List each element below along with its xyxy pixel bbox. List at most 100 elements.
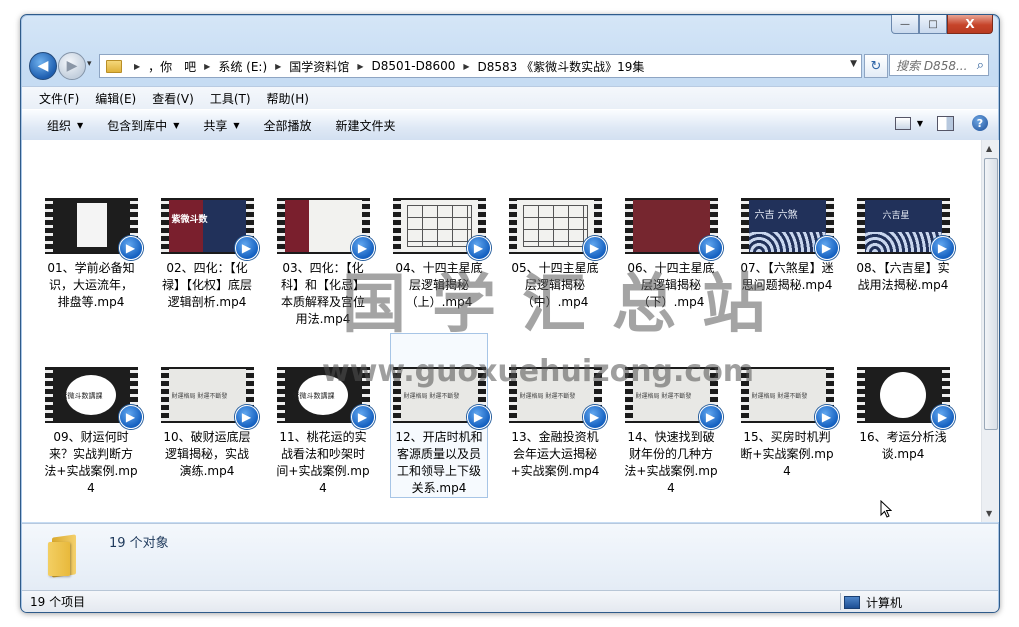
play-badge-icon: ▶ — [814, 236, 839, 260]
preview-pane-icon[interactable] — [937, 115, 954, 131]
file-item[interactable]: 紫微斗数 ▶ 02、四化：【化禄】【化权】底层逻辑剖析.mp4 — [158, 198, 259, 311]
include-library-button[interactable]: 包含到库中 ▼ — [107, 117, 179, 134]
item-count: 19 个项目 — [30, 595, 86, 609]
file-name: 08、【六吉星】实战用法揭秘.mp4 — [856, 261, 950, 292]
play-badge-icon: ▶ — [234, 405, 259, 429]
play-badge-icon: ▶ — [466, 405, 491, 429]
file-item[interactable]: 財運格局 財運不斷發 ▶ 10、破财运底层逻辑揭秘，实战演练.mp4 — [158, 367, 259, 480]
file-name: 09、财运何时来？实战判断方法+实战案例.mp4 — [44, 430, 138, 495]
address-bar[interactable]: ▶ ，你 吧 ▶ 系统 (E:) ▶ 国学资料馆 ▶ D8501-D8600 ▶… — [99, 54, 862, 78]
video-thumbnail: 六吉 六煞 ▶ — [740, 198, 839, 260]
video-frame: 六吉 六煞 — [748, 200, 826, 252]
breadcrumb-current[interactable]: D8583 《紫微斗数实战》19集 — [478, 58, 645, 75]
share-button[interactable]: 共享 ▼ — [203, 117, 239, 134]
search-placeholder: 搜索 D858... — [896, 58, 968, 73]
file-item[interactable]: 紫微斗数講課 ▶ 09、财运何时来？实战判断方法+实战案例.mp4 — [42, 367, 143, 497]
file-item[interactable]: ▶ 06、十四主星底层逻辑揭秘（下）.mp4 — [622, 198, 723, 311]
file-item[interactable]: 財運格局 財運不斷發 ▶ 14、快速找到破财年份的几种方法+实战案例.mp4 — [622, 367, 723, 497]
forward-button[interactable]: ▶ — [58, 52, 86, 80]
menu-view[interactable]: 查看(V) — [144, 90, 202, 107]
play-badge-icon: ▶ — [118, 405, 143, 429]
file-name: 12、开店时机和客源质量以及员工和领导上下级关系.mp4 — [395, 430, 483, 495]
address-dropdown-icon[interactable]: ▼ — [850, 59, 857, 69]
play-badge-icon: ▶ — [466, 236, 491, 260]
search-icon[interactable]: ⌕ — [977, 58, 984, 73]
video-thumbnail: 財運格局 財運不斷發 ▶ — [508, 367, 607, 429]
breadcrumb: ▶ ，你 吧 ▶ 系统 (E:) ▶ 国学资料馆 ▶ D8501-D8600 ▶… — [126, 58, 644, 75]
thumb-text: 財運格局 財運不斷發 — [403, 393, 460, 400]
thumb-document — [76, 203, 107, 247]
video-thumbnail: ▶ — [276, 198, 375, 260]
menu-tools[interactable]: 工具(T) — [202, 90, 259, 107]
menu-help[interactable]: 帮助(H) — [259, 90, 317, 107]
breadcrumb-library[interactable]: 国学资料馆 — [289, 58, 349, 75]
search-input[interactable]: 搜索 D858... ⌕ — [889, 54, 989, 76]
file-item-selected[interactable]: 財運格局 財運不斷發 ▶ 12、开店时机和客源质量以及员工和领导上下级关系.mp… — [390, 333, 491, 498]
status-bar: 19 个项目 计算机 — [22, 590, 998, 612]
file-name: 01、学前必备知识，大运流年，排盘等.mp4 — [47, 261, 135, 309]
file-item[interactable]: 財運格局 財運不斷發 ▶ 13、金融投资机会年运大运揭秘+实战案例.mp4 — [506, 367, 607, 480]
location-label: 计算机 — [866, 596, 903, 610]
help-icon[interactable]: ? — [972, 115, 988, 131]
file-item[interactable]: ▶ 04、十四主星底层逻辑揭秘（上）.mp4 — [390, 198, 491, 311]
video-thumbnail: ▶ — [624, 198, 723, 260]
play-badge-icon: ▶ — [698, 236, 723, 260]
thumb-text: 財運格局 財運不斷發 — [751, 393, 808, 400]
scroll-up-icon[interactable]: ▲ — [986, 144, 992, 153]
file-item[interactable]: 紫微斗数講課 ▶ 11、桃花运的实战看法和吵架时间+实战案例.mp4 — [274, 367, 375, 497]
play-badge-icon: ▶ — [698, 405, 723, 429]
file-item[interactable]: ▶ 03、四化：【化科】和【化忌】本质解释及宫位用法.mp4 — [274, 198, 375, 328]
menu-bar: 文件(F) 编辑(E) 查看(V) 工具(T) 帮助(H) — [22, 86, 998, 109]
menu-edit[interactable]: 编辑(E) — [87, 90, 144, 107]
file-item[interactable]: 財運格局 財運不斷發 ▶ 15、买房时机判断+实战案例.mp4 — [738, 367, 839, 480]
new-folder-button[interactable]: 新建文件夹 — [336, 117, 396, 134]
play-badge-icon: ▶ — [582, 236, 607, 260]
thumb-text: 財運格局 財運不斷發 — [519, 393, 576, 400]
minimize-button[interactable]: — — [891, 15, 919, 34]
view-controls: ▼ ? — [894, 115, 988, 131]
thumb-chart-grid — [522, 205, 588, 247]
menu-file[interactable]: 文件(F) — [31, 90, 87, 107]
recent-locations-icon[interactable]: ▾ — [87, 59, 92, 69]
breadcrumb-drive[interactable]: 系统 (E:) — [218, 58, 267, 75]
file-name: 02、四化：【化禄】【化权】底层逻辑剖析.mp4 — [161, 261, 252, 309]
thumb-panel — [284, 200, 310, 252]
close-button[interactable]: X — [947, 15, 993, 34]
file-item[interactable]: ▶ 01、学前必备知识，大运流年，排盘等.mp4 — [42, 198, 143, 311]
thumb-wave — [864, 232, 942, 252]
video-frame: 紫微斗数講課 — [52, 369, 130, 421]
refresh-button[interactable]: ↻ — [864, 54, 888, 78]
view-options-chevron-icon[interactable]: ▼ — [917, 119, 923, 128]
play-badge-icon: ▶ — [350, 236, 375, 260]
maximize-button[interactable]: □ — [919, 15, 947, 34]
video-thumbnail: 紫微斗数講課 ▶ — [276, 367, 375, 429]
play-badge-icon: ▶ — [930, 405, 955, 429]
video-frame: 財運格局 財運不斷發 — [400, 369, 478, 421]
include-library-label: 包含到库中 — [107, 118, 168, 133]
file-item[interactable]: 六吉 六煞 ▶ 07、【六煞星】迷思问题揭秘.mp4 — [738, 198, 839, 294]
file-item[interactable]: ▶ 16、考运分析浅谈.mp4 — [854, 367, 955, 463]
file-name: 06、十四主星底层逻辑揭秘（下）.mp4 — [627, 261, 715, 309]
scrollbar-thumb[interactable] — [984, 158, 998, 430]
video-frame — [516, 200, 594, 252]
breadcrumb-range[interactable]: D8501-D8600 — [371, 59, 455, 73]
thumb-panel — [168, 200, 204, 252]
breadcrumb-user[interactable]: ，你 吧 — [148, 58, 196, 75]
file-item[interactable]: ▶ 05、十四主星底层逻辑揭秘（中）.mp4 — [506, 198, 607, 311]
vertical-scrollbar[interactable]: ▲ ▼ — [981, 140, 999, 522]
back-button[interactable]: ◀ — [29, 52, 57, 80]
chevron-down-icon: ▼ — [233, 120, 240, 130]
play-all-button[interactable]: 全部播放 — [264, 117, 312, 134]
scroll-down-icon[interactable]: ▼ — [986, 509, 992, 518]
video-thumbnail: 六吉星 ▶ — [856, 198, 955, 260]
file-item[interactable]: 六吉星 ▶ 08、【六吉星】实战用法揭秘.mp4 — [854, 198, 955, 294]
change-view-icon[interactable] — [894, 116, 911, 130]
caption-buttons: — □ X — [891, 15, 993, 34]
video-thumbnail: 紫微斗数 ▶ — [160, 198, 259, 260]
thumb-text: 財運格局 財運不斷發 — [171, 393, 228, 400]
organize-button[interactable]: 组织 ▼ — [47, 117, 83, 134]
video-thumbnail: 財運格局 財運不斷發 ▶ — [160, 367, 259, 429]
thumb-text: 財運格局 財運不斷發 — [635, 393, 692, 400]
breadcrumb-separator-icon: ▶ — [463, 61, 470, 71]
share-label: 共享 — [203, 118, 228, 133]
